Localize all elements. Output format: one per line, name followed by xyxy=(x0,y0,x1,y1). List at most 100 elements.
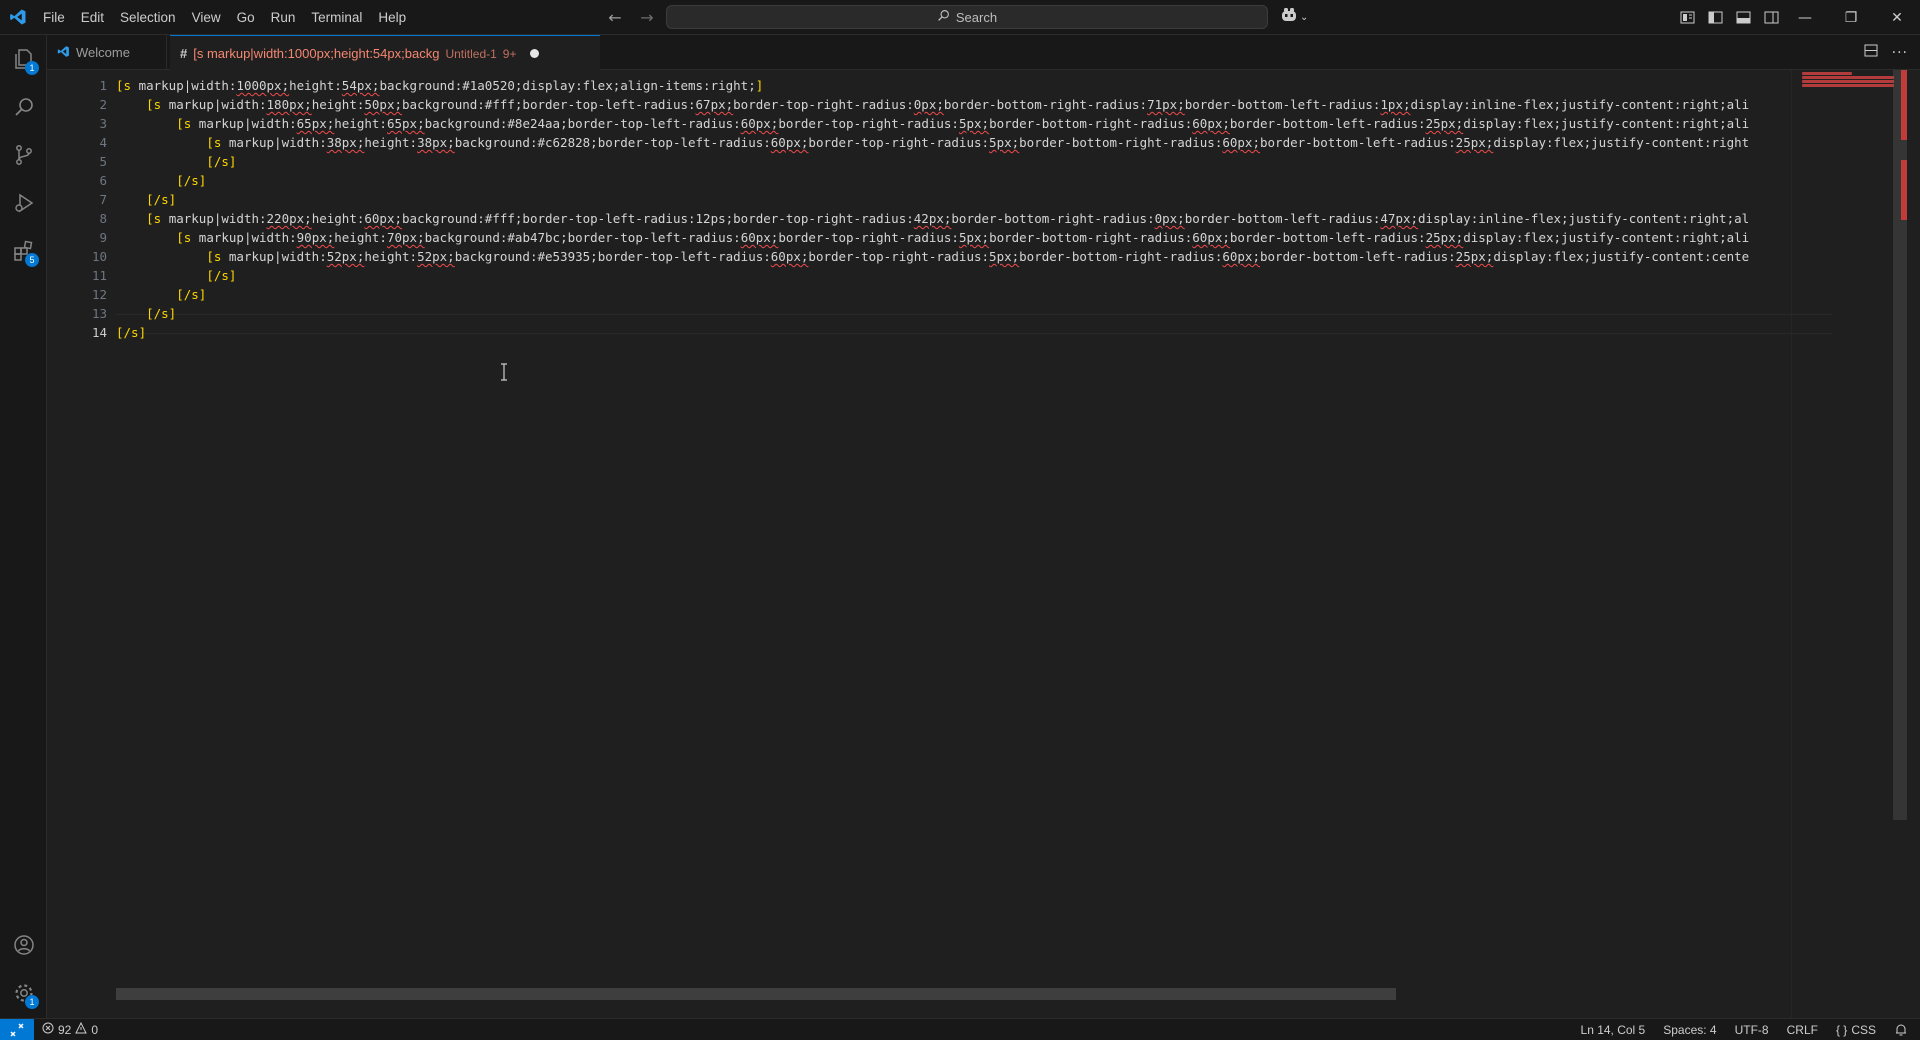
tab-problem-count: 9+ xyxy=(502,46,517,61)
line-number: 11 xyxy=(91,268,107,283)
toggle-panel-icon[interactable] xyxy=(1732,7,1754,29)
encoding[interactable]: UTF-8 xyxy=(1735,1023,1769,1037)
code-line[interactable]: [s markup|width:220px;height:60px;backgr… xyxy=(116,209,1749,228)
line-number: 5 xyxy=(99,154,107,169)
more-actions-icon[interactable]: ··· xyxy=(1892,45,1908,61)
line-number-active: 14 xyxy=(91,325,107,340)
unsaved-dot-icon[interactable] xyxy=(530,49,540,58)
menu-terminal[interactable]: Terminal xyxy=(303,0,370,35)
code-content[interactable]: [s markup|width:1000px;height:54px;backg… xyxy=(116,70,1832,1018)
menu-go[interactable]: Go xyxy=(229,0,263,35)
error-count: 92 xyxy=(58,1022,72,1037)
accounts-icon[interactable] xyxy=(0,921,47,969)
error-marker xyxy=(1901,160,1907,220)
search-label: Search xyxy=(955,9,998,25)
line-number: 8 xyxy=(99,211,107,226)
activity-bar: 1 5 1 xyxy=(0,35,47,1018)
toggle-secondary-sidebar-icon[interactable] xyxy=(1760,7,1782,29)
manage-gear-icon[interactable]: 1 xyxy=(0,969,47,1017)
manage-badge: 1 xyxy=(25,995,39,1009)
chevron-down-icon: ⌄ xyxy=(1300,11,1309,23)
explorer-icon[interactable]: 1 xyxy=(0,35,47,83)
extensions-icon[interactable]: 5 xyxy=(0,227,47,275)
end-of-line[interactable]: CRLF xyxy=(1787,1023,1818,1037)
warning-count: 0 xyxy=(91,1022,99,1037)
minimap-line xyxy=(1802,72,1852,75)
code-line[interactable]: [/s] xyxy=(116,323,146,342)
tab-welcome-label: Welcome xyxy=(76,45,130,60)
css-file-icon: # xyxy=(180,46,188,61)
navigation-arrows: ← → xyxy=(604,0,658,35)
vertical-scrollbar[interactable] xyxy=(1893,70,1907,1018)
minimap[interactable] xyxy=(1791,70,1907,1018)
tab-description: Untitled-1 xyxy=(445,46,497,61)
customize-layout-icon[interactable] xyxy=(1676,7,1698,29)
code-line[interactable]: [/s] xyxy=(116,152,236,171)
language-mode[interactable]: { } CSS xyxy=(1836,1023,1876,1037)
split-editor-icon[interactable] xyxy=(1864,44,1878,61)
back-arrow-icon[interactable]: ← xyxy=(604,7,626,29)
line-number: 9 xyxy=(99,230,107,245)
status-bar-right: Ln 14, Col 5 Spaces: 4 UTF-8 CRLF { } CS… xyxy=(1581,1019,1920,1040)
code-line[interactable]: [/s] xyxy=(116,285,206,304)
text-cursor-icon xyxy=(499,363,509,381)
error-icon xyxy=(42,1022,54,1037)
code-line[interactable]: [s markup|width:65px;height:65px;backgro… xyxy=(116,114,1749,133)
search-icon xyxy=(937,9,950,25)
minimize-icon[interactable]: — xyxy=(1782,0,1828,35)
editor-area[interactable]: 1 2 3 4 5 6 7 8 9 10 11 12 13 14 [s mark… xyxy=(47,70,1907,1018)
source-control-icon[interactable] xyxy=(0,131,47,179)
menu-file[interactable]: File xyxy=(35,0,73,35)
code-line[interactable]: [/s] xyxy=(116,266,236,285)
line-number: 7 xyxy=(99,192,107,207)
search-view-icon[interactable] xyxy=(0,83,47,131)
copilot-menu[interactable]: ⌄ xyxy=(1280,6,1308,28)
code-line[interactable]: [/s] xyxy=(116,304,176,323)
warning-icon xyxy=(75,1021,88,1037)
extensions-badge: 5 xyxy=(25,253,39,267)
code-line[interactable]: [s markup|width:38px;height:38px;backgro… xyxy=(116,133,1749,152)
braces-icon: { } xyxy=(1835,1023,1848,1037)
error-marker xyxy=(1901,70,1907,140)
line-number: 12 xyxy=(91,287,107,302)
indentation[interactable]: Spaces: 4 xyxy=(1663,1023,1716,1037)
forward-arrow-icon[interactable]: → xyxy=(636,7,658,29)
vscode-logo-icon xyxy=(0,0,35,35)
copilot-icon xyxy=(1280,7,1298,27)
code-line[interactable]: [s markup|width:1000px;height:54px;backg… xyxy=(116,76,763,95)
run-and-debug-icon[interactable] xyxy=(0,179,47,227)
tab-title: [s markup|width:1000px;height:54px;backg xyxy=(193,46,440,61)
close-icon[interactable]: ✕ xyxy=(1874,0,1920,35)
code-line[interactable]: [/s] xyxy=(116,190,176,209)
menu-help[interactable]: Help xyxy=(370,0,414,35)
menu-run[interactable]: Run xyxy=(263,0,304,35)
restore-icon[interactable]: ❐ xyxy=(1828,0,1874,35)
cursor-position[interactable]: Ln 14, Col 5 xyxy=(1581,1023,1646,1037)
line-number: 4 xyxy=(99,135,107,150)
code-line[interactable]: [/s] xyxy=(116,171,206,190)
menu-selection[interactable]: Selection xyxy=(112,0,184,35)
code-line[interactable]: [s markup|width:180px;height:50px;backgr… xyxy=(116,95,1749,114)
line-number: 13 xyxy=(91,306,107,321)
tab-welcome[interactable]: Welcome xyxy=(47,35,167,70)
minimap-line xyxy=(1802,84,1894,87)
menu-edit[interactable]: Edit xyxy=(73,0,112,35)
line-number: 6 xyxy=(99,173,107,188)
editor-actions: ··· xyxy=(1864,35,1908,70)
explorer-badge: 1 xyxy=(25,61,39,75)
status-bar: 92 0 Ln 14, Col 5 Spaces: 4 UTF-8 CRLF {… xyxy=(0,1018,1920,1040)
problems-indicator[interactable]: 92 0 xyxy=(34,1021,106,1037)
line-number: 3 xyxy=(99,116,107,131)
line-number: 2 xyxy=(99,97,107,112)
tab-untitled-1[interactable]: # [s markup|width:1000px;height:54px;bac… xyxy=(170,35,600,71)
editor-tabs: Welcome # [s markup|width:1000px;height:… xyxy=(47,35,1920,71)
command-center-search[interactable]: Search xyxy=(666,5,1268,29)
notifications-icon[interactable] xyxy=(1894,1023,1908,1037)
code-line[interactable]: [s markup|width:90px;height:70px;backgro… xyxy=(116,228,1749,247)
horizontal-scrollbar[interactable] xyxy=(116,988,1396,1000)
toggle-primary-sidebar-icon[interactable] xyxy=(1704,7,1726,29)
code-line[interactable]: [s markup|width:52px;height:52px;backgro… xyxy=(116,247,1749,266)
vscode-small-icon xyxy=(57,45,70,61)
remote-indicator-icon[interactable] xyxy=(0,1018,34,1040)
menu-view[interactable]: View xyxy=(184,0,229,35)
